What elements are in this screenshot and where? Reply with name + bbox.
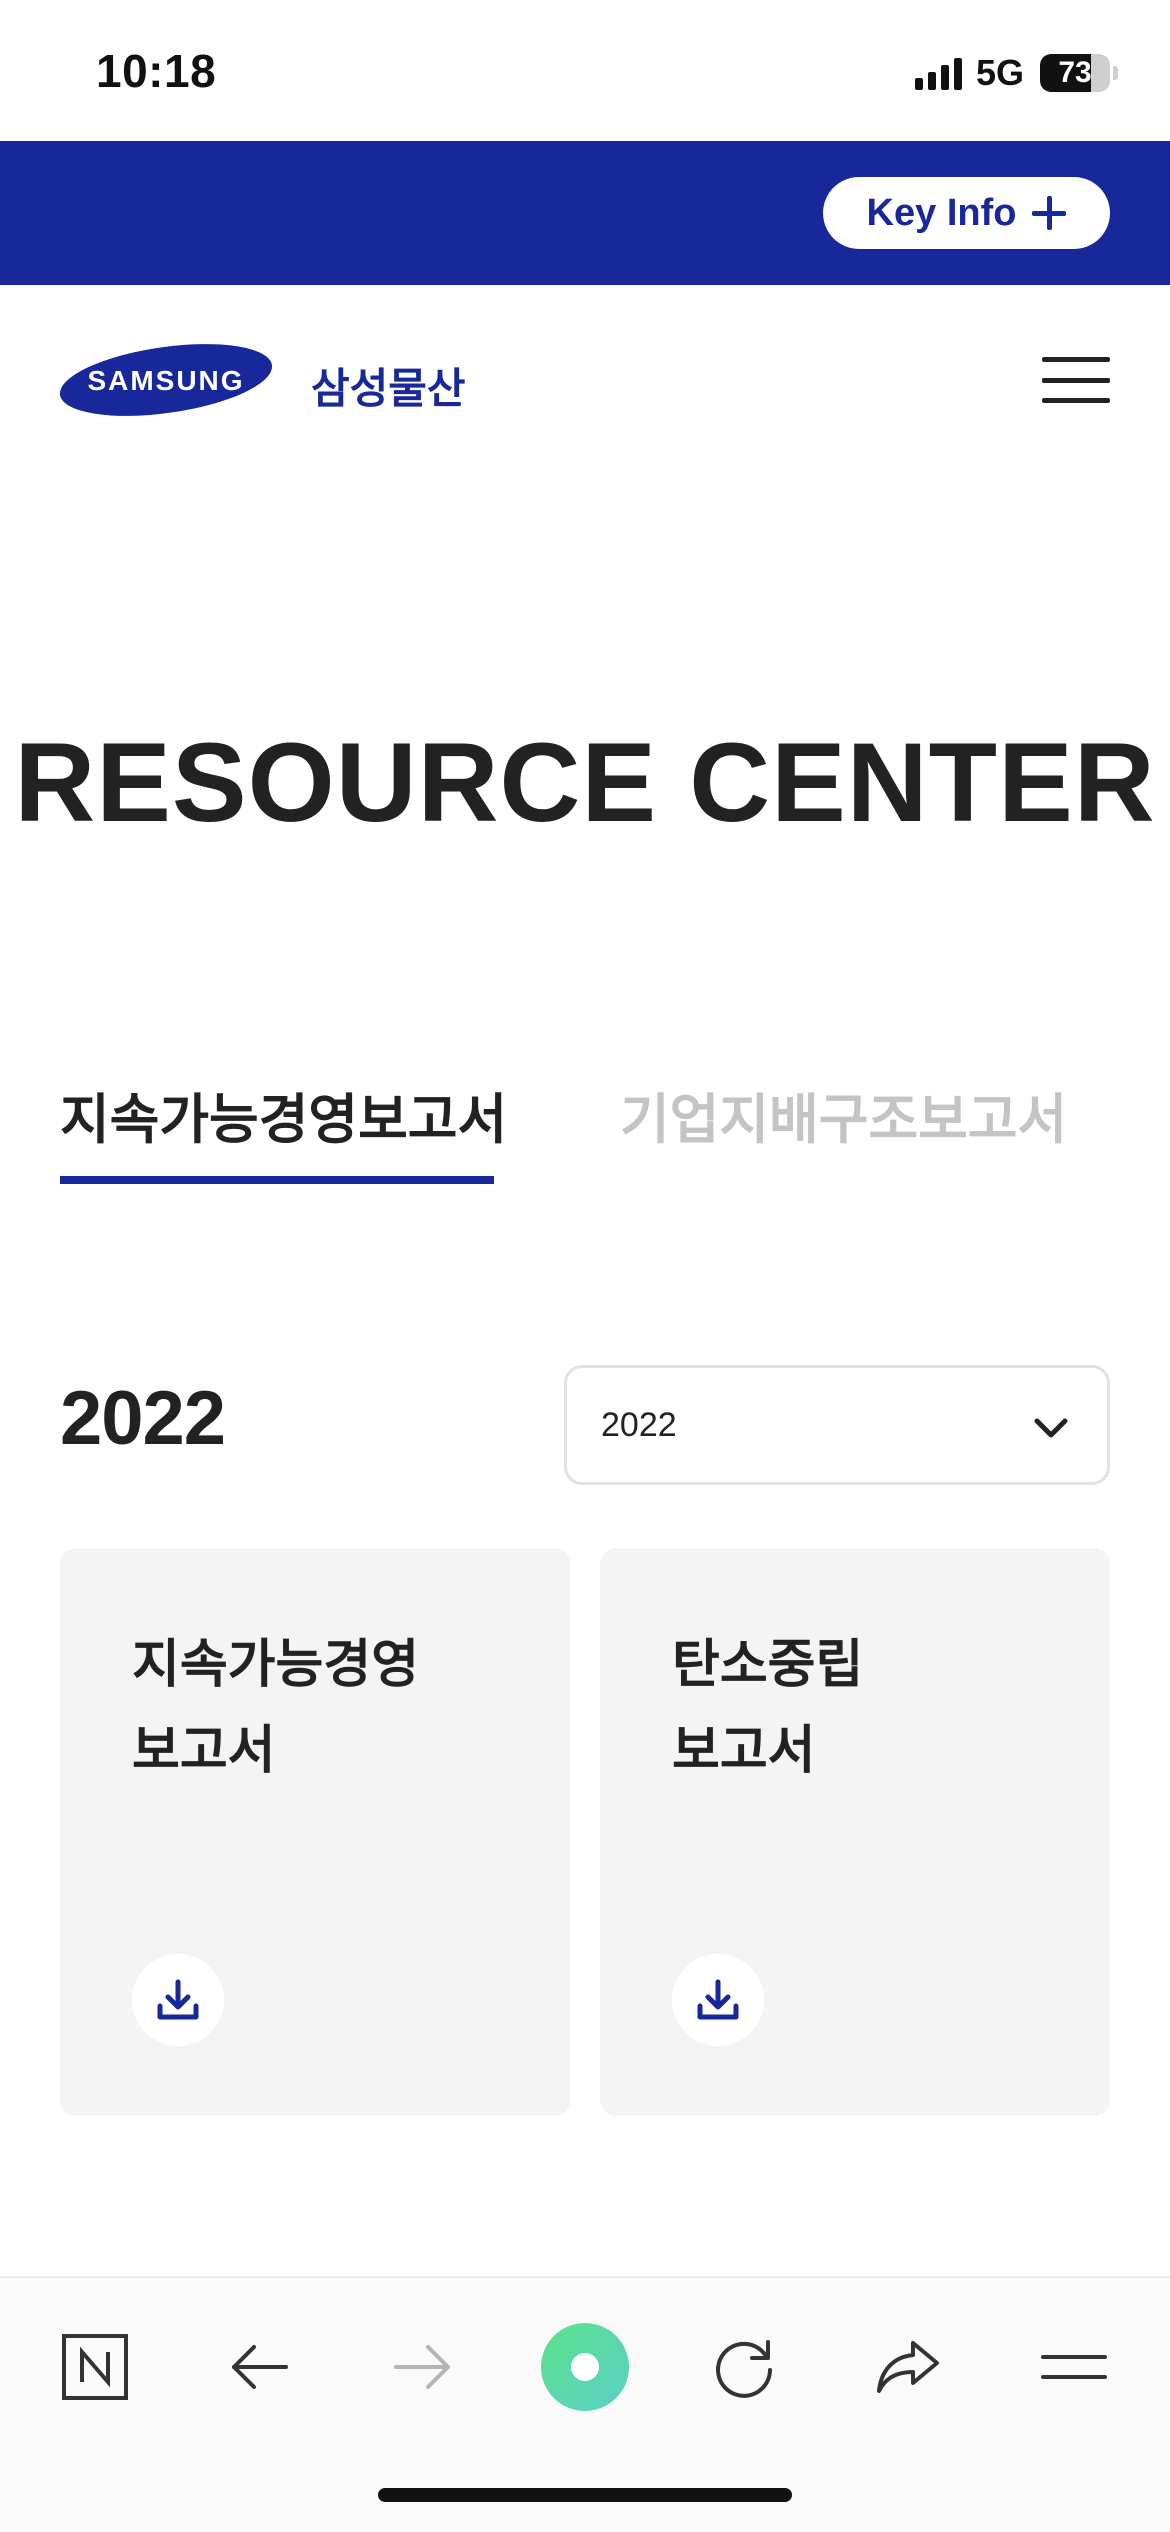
battery-icon: 73 <box>1040 54 1110 92</box>
status-bar: 10:18 5G 73 <box>0 0 1170 141</box>
card-title-line1: 지속가능경영 <box>132 1636 420 1694</box>
home-indicator[interactable] <box>378 2488 792 2502</box>
back-arrow-icon[interactable] <box>212 2319 308 2415</box>
brand-name-korean[interactable]: 삼성물산 <box>311 355 466 416</box>
card-title-line1: 탄소중립 <box>672 1636 864 1694</box>
forward-arrow-icon[interactable] <box>374 2319 470 2415</box>
page-title: RESOURCE CENTER <box>14 720 1156 845</box>
tab-governance-report[interactable]: 기업지배구조보고서 <box>620 1075 1067 1154</box>
report-card-sustainability[interactable]: 지속가능경영 보고서 <box>60 1548 570 2116</box>
year-select-value: 2022 <box>601 1406 677 1444</box>
chevron-down-icon <box>1034 1418 1068 1438</box>
download-icon <box>157 1979 199 2020</box>
card-title: 지속가능경영 보고서 <box>132 1622 512 1794</box>
active-tab-indicator <box>60 1176 494 1184</box>
card-title-line2: 보고서 <box>672 1722 816 1780</box>
status-indicators: 5G 73 <box>914 52 1118 94</box>
network-type: 5G <box>975 52 1024 93</box>
battery-cap <box>1113 66 1118 80</box>
card-title: 탄소중립 보고서 <box>672 1622 1052 1794</box>
samsung-logo[interactable]: SAMSUNG <box>58 343 274 417</box>
green-dot-icon[interactable] <box>537 2319 633 2415</box>
menu-lines-icon[interactable] <box>1026 2319 1122 2415</box>
download-icon <box>697 1979 739 2020</box>
plus-icon <box>1032 196 1067 230</box>
year-select[interactable]: 2022 <box>564 1365 1110 1485</box>
hamburger-menu-icon[interactable] <box>1042 357 1110 403</box>
key-info-label: Key Info <box>866 191 1017 234</box>
site-header: SAMSUNG 삼성물산 <box>0 285 1170 475</box>
year-heading: 2022 <box>60 1376 226 1461</box>
download-button[interactable] <box>132 1954 224 2046</box>
refresh-icon[interactable] <box>697 2319 793 2415</box>
status-time: 10:18 <box>96 45 217 97</box>
tab-sustainability-report[interactable]: 지속가능경영보고서 <box>60 1075 507 1154</box>
logo-text: SAMSUNG <box>87 365 244 396</box>
battery-level: 73 <box>1058 56 1092 89</box>
key-info-button[interactable]: Key Info <box>823 177 1110 249</box>
signal-icon <box>914 56 962 90</box>
download-button[interactable] <box>672 1954 764 2046</box>
naver-n-icon[interactable] <box>47 2319 143 2415</box>
key-info-bar: Key Info <box>0 141 1170 285</box>
card-title-line2: 보고서 <box>132 1722 276 1780</box>
report-card-carbon-neutral[interactable]: 탄소중립 보고서 <box>600 1548 1110 2116</box>
share-icon[interactable] <box>860 2319 956 2415</box>
